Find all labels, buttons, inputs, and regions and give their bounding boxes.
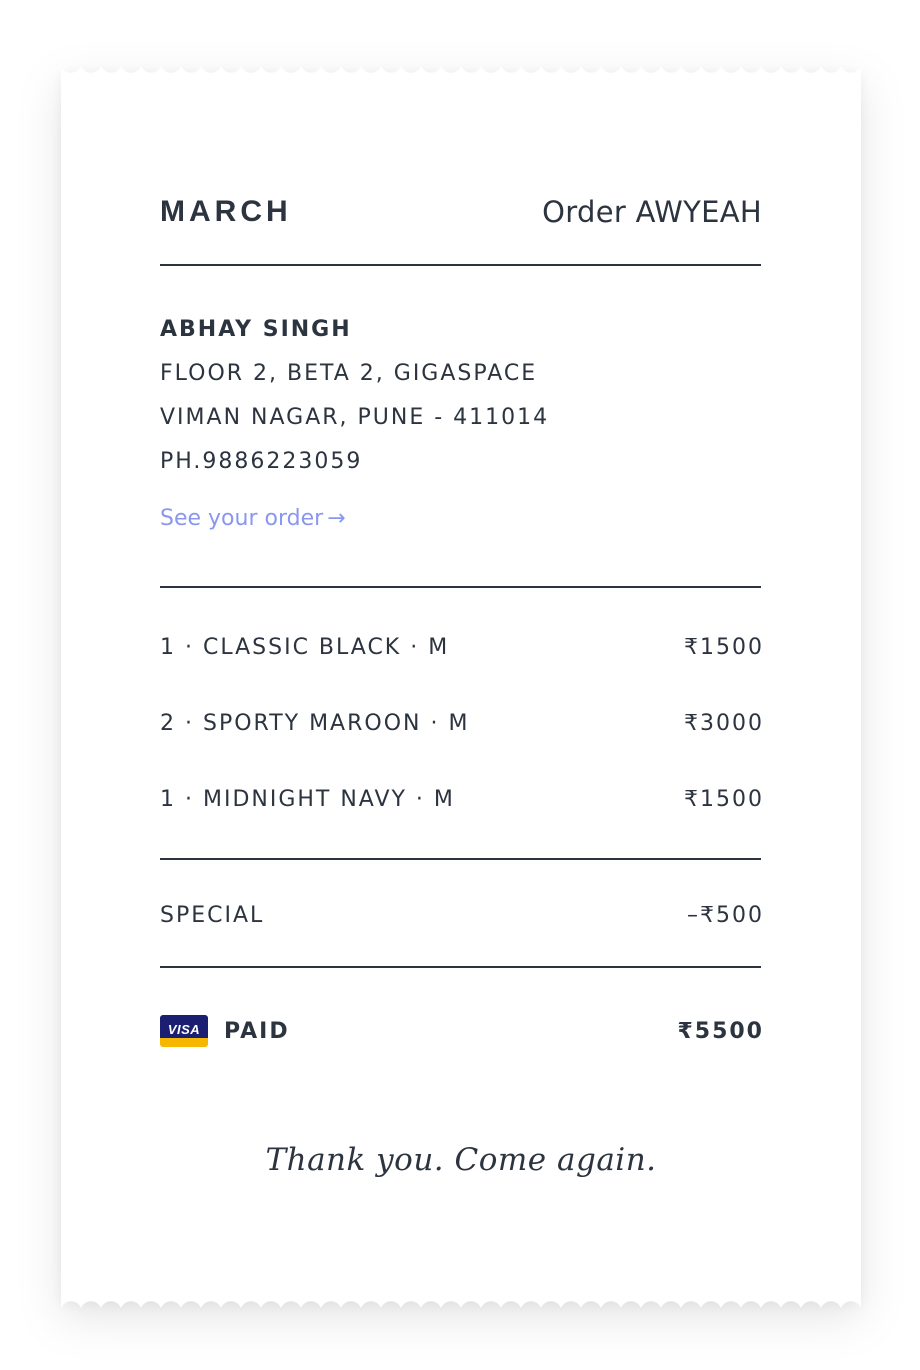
item-description: 2 · SPORTY MAROON · M xyxy=(160,710,470,736)
divider xyxy=(160,966,761,968)
address-line-1: FLOOR 2, BETA 2, GIGASPACE xyxy=(160,361,538,386)
total-amount: ₹5500 xyxy=(677,1018,764,1044)
line-item: 1 · CLASSIC BLACK · M ₹1500 xyxy=(160,628,764,666)
divider xyxy=(160,858,761,860)
visa-card-icon: VISA xyxy=(160,1015,208,1047)
brand-logo: MARCH xyxy=(160,195,292,228)
shipping-address: ABHAY SINGH FLOOR 2, BETA 2, GIGASPACE V… xyxy=(160,308,760,484)
paid-label: PAID xyxy=(224,1018,290,1044)
item-price: ₹1500 xyxy=(684,786,764,812)
phone-number: PH.9886223059 xyxy=(160,449,363,474)
line-item: 1 · MIDNIGHT NAVY · M ₹1500 xyxy=(160,780,764,818)
order-number: Order AWYEAH xyxy=(542,195,762,229)
line-items: 1 · CLASSIC BLACK · M ₹1500 2 · SPORTY M… xyxy=(160,628,764,818)
arrow-right-icon: → xyxy=(327,506,346,531)
discount-row: SPECIAL –₹500 xyxy=(160,896,764,934)
divider xyxy=(160,264,761,266)
item-price: ₹3000 xyxy=(684,710,764,736)
line-item: 2 · SPORTY MAROON · M ₹3000 xyxy=(160,704,764,742)
see-order-link[interactable]: See your order → xyxy=(160,506,346,531)
item-price: ₹1500 xyxy=(684,634,764,660)
address-line-2: VIMAN NAGAR, PUNE - 411014 xyxy=(160,405,550,430)
visa-card-text: VISA xyxy=(160,1022,208,1038)
total-row: VISA PAID ₹5500 xyxy=(160,1012,764,1050)
discount-amount: –₹500 xyxy=(687,902,764,928)
customer-name: ABHAY SINGH xyxy=(160,317,352,342)
receipt-paper: MARCH Order AWYEAH ABHAY SINGH FLOOR 2, … xyxy=(61,62,861,1312)
receipt-header: MARCH Order AWYEAH xyxy=(160,190,762,234)
thank-you-message: Thank you. Come again. xyxy=(265,1142,657,1178)
discount-label: SPECIAL xyxy=(160,902,265,928)
item-description: 1 · CLASSIC BLACK · M xyxy=(160,634,450,660)
payment-status: VISA PAID xyxy=(160,1015,290,1047)
receipt-card: MARCH Order AWYEAH ABHAY SINGH FLOOR 2, … xyxy=(61,62,861,1312)
see-order-label: See your order xyxy=(160,506,324,531)
divider xyxy=(160,586,761,588)
item-description: 1 · MIDNIGHT NAVY · M xyxy=(160,786,455,812)
